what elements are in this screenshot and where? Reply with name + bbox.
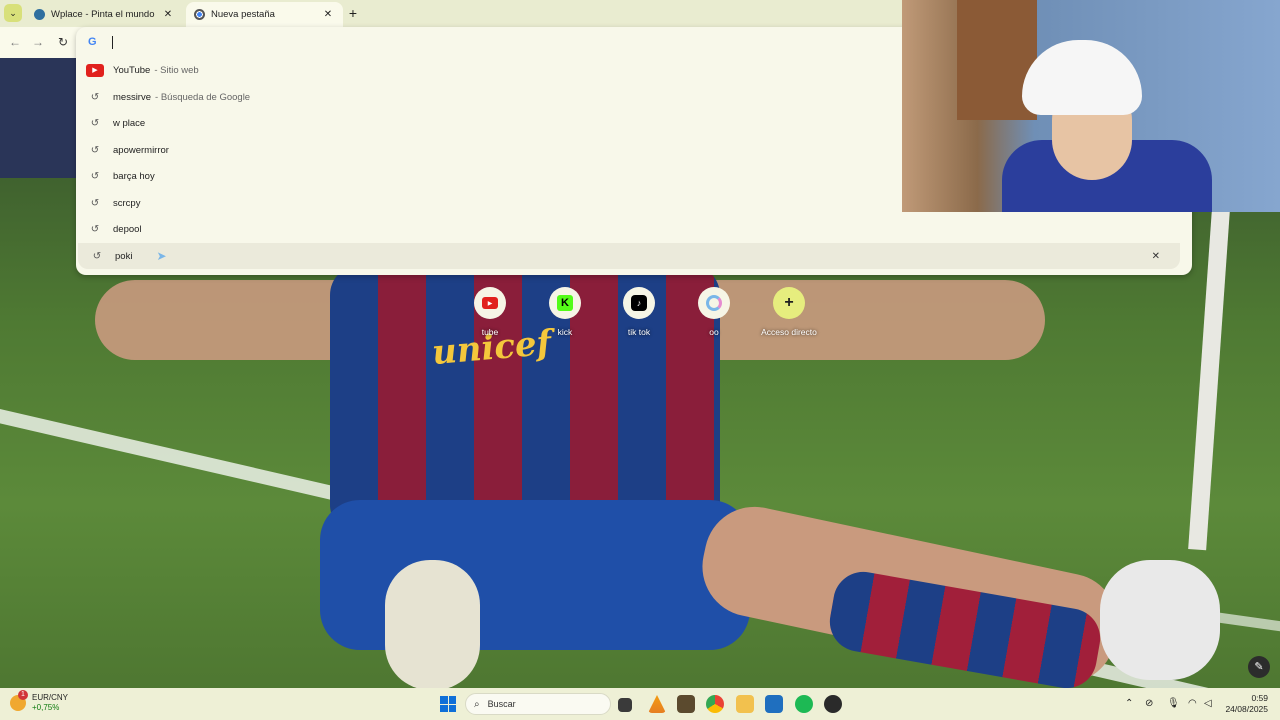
microsoft-store-icon[interactable] [765,695,783,713]
address-bar[interactable]: G [88,33,888,51]
suggestion-text: barça hoy [113,170,155,182]
widget-change: +0,75% [32,703,60,712]
forward-button[interactable]: → [30,34,46,50]
taskbar-search[interactable]: ⌕ Buscar [465,693,611,715]
shortcut-icon-wrap [698,287,730,319]
history-icon: ↺ [90,117,100,129]
spotify-icon[interactable] [795,695,813,713]
webcam-person-cap [1022,40,1142,115]
text-caret [112,35,113,49]
history-icon: ↺ [92,250,102,262]
corner-flag [1188,209,1230,551]
player-boot [1100,560,1220,680]
taskbar-search-placeholder: Buscar [487,699,516,709]
new-tab-button[interactable]: + [346,6,360,20]
shortcut-label: oo [709,327,719,337]
kick-icon: K [557,295,573,311]
oo-icon [706,295,722,311]
shortcut-label: tik tok [627,327,651,337]
suggestion-item-selected[interactable]: ↺ poki ➤ ✕ [78,243,1180,269]
shortcut-add[interactable]: + Acceso directo [752,287,826,337]
history-icon: ↺ [90,144,100,156]
shortcut-label: tube [481,327,499,337]
tab-search-button[interactable]: ⌄ [4,4,22,22]
chrome-icon[interactable] [706,695,724,713]
mouse-cursor-icon: ➤ [156,249,167,263]
reload-button[interactable]: ↻ [55,34,71,50]
google-icon: G [88,36,97,48]
player-boot [385,560,480,690]
globe-icon [34,9,45,20]
history-icon: ↺ [90,223,100,235]
close-tab-icon[interactable]: ✕ [161,9,175,20]
minecraft-icon[interactable] [677,695,695,713]
taskbar [0,688,1280,720]
suggestion-text: apowermirror [113,144,169,156]
wifi-icon[interactable]: ◠ [1188,698,1197,709]
history-icon: ↺ [90,170,100,182]
tab-new-tab[interactable]: Nueva pestaña ✕ [186,2,343,27]
tiktok-icon: ♪ [631,295,647,311]
microphone-icon[interactable]: 🎙 [1167,698,1180,709]
history-icon: ↺ [90,91,100,103]
back-button[interactable]: ← [7,34,23,50]
youtube-icon: ▶ [86,63,104,77]
history-icon: ↺ [90,197,100,209]
finance-widget-icon: 1 [10,690,28,711]
widget-label: EUR/CNY [32,693,69,702]
shortcut-icon-wrap: ▶ [474,287,506,319]
shortcut-tiktok[interactable]: ♪ tik tok [602,287,676,337]
suggestion-text: YouTube [113,64,151,76]
shortcut-label: Acceso directo [761,327,817,337]
tab-title: Nueva pestaña [211,9,275,20]
volume-icon[interactable]: ◁ [1204,698,1212,709]
tab-title: Wplace - Pinta el mundo [51,9,155,20]
plus-icon: + [773,287,805,319]
clock-time: 0:59 [1251,693,1268,703]
close-tab-icon[interactable]: ✕ [321,9,335,20]
tab-wplace[interactable]: Wplace - Pinta el mundo ✕ [26,2,183,27]
clock-date: 24/08/2025 [1225,704,1268,714]
chevron-up-icon[interactable]: ⌃ [1125,698,1133,709]
app-icon[interactable] [824,695,842,713]
system-clock[interactable]: 0:59 24/08/2025 [1218,693,1268,715]
shortcut-icon-wrap: ♪ [623,287,655,319]
task-view-icon[interactable] [618,698,632,712]
windows-start-icon[interactable] [440,696,456,712]
suggestion-subtext: - Sitio web [154,64,199,76]
shortcut-icon-wrap: K [549,287,581,319]
suggestion-item[interactable]: ↺ depool [76,216,1192,242]
weather-finance-widget[interactable]: 1 EUR/CNY +0,75% [10,690,69,713]
shortcut-label: kick [557,327,573,337]
notification-badge: 1 [18,690,28,700]
network-icon[interactable]: ⊘ [1145,698,1153,709]
suggestion-subtext: - Búsqueda de Google [155,91,251,103]
shortcut-tube[interactable]: ▶ tube [453,287,527,337]
file-explorer-icon[interactable] [736,695,754,713]
suggestion-text: w place [113,117,146,129]
shortcut-kick[interactable]: K kick [528,287,602,337]
search-icon: ⌕ [474,698,480,710]
suggestion-text: depool [113,223,142,235]
suggestion-text: messirve [113,91,152,103]
shortcut-oo[interactable]: oo [677,287,751,337]
remove-suggestion-icon[interactable]: ✕ [1152,251,1160,262]
webcam-overlay [902,0,1280,212]
suggestion-text: poki [115,250,133,262]
customize-pencil-icon[interactable]: ✎ [1248,656,1270,678]
youtube-icon: ▶ [482,297,498,309]
suggestion-text: scrcpy [113,197,141,209]
chrome-icon [194,9,205,20]
